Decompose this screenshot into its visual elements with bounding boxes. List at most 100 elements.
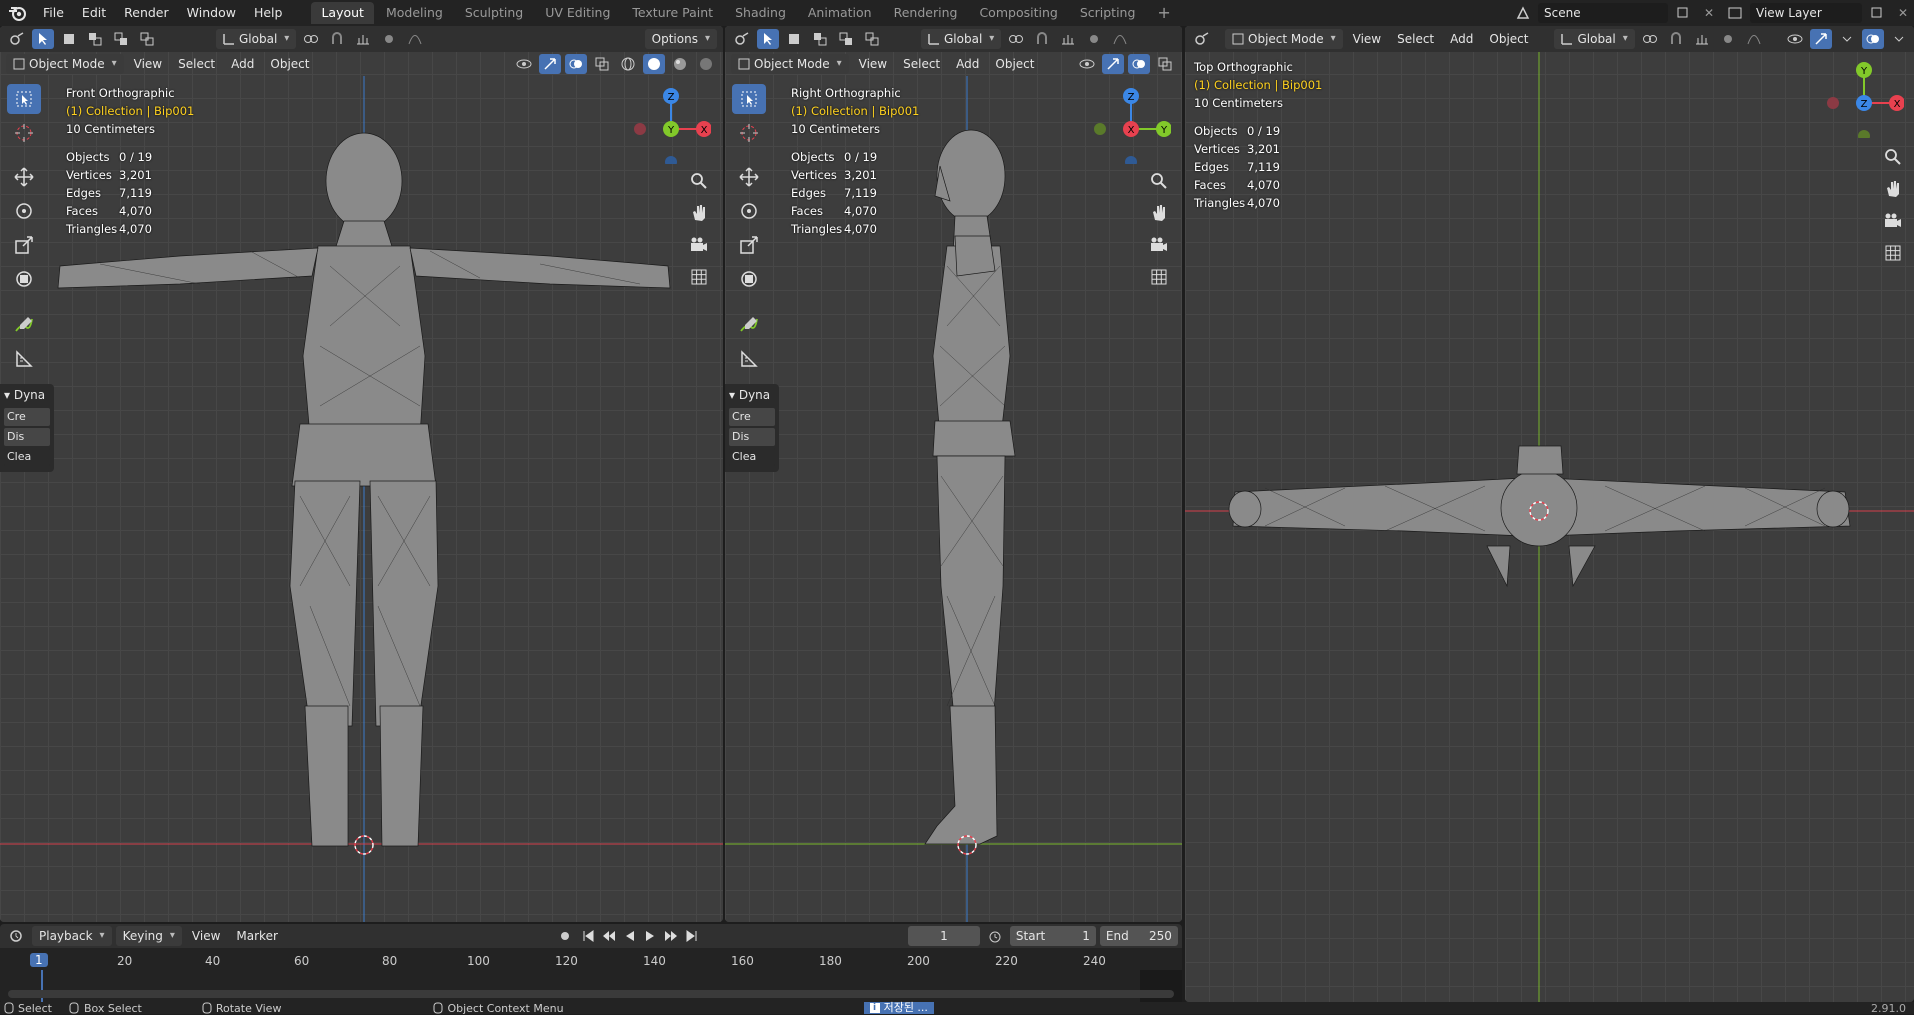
gizmo-options-icon[interactable] bbox=[1836, 29, 1858, 49]
tab-uv-editing[interactable]: UV Editing bbox=[535, 2, 620, 24]
snap-icon[interactable] bbox=[1665, 29, 1687, 49]
viewport-right[interactable]: Global Object Mode View Select Add Objec… bbox=[725, 26, 1182, 922]
preview-range-icon[interactable] bbox=[984, 926, 1006, 946]
shading-material-icon[interactable] bbox=[669, 54, 691, 74]
select-mode-intersect-icon[interactable] bbox=[136, 29, 158, 49]
proportional-edit-icon[interactable] bbox=[1083, 29, 1105, 49]
play-icon[interactable] bbox=[642, 926, 658, 946]
tab-layout[interactable]: Layout bbox=[311, 2, 374, 24]
falloff-icon[interactable] bbox=[404, 29, 426, 49]
status-notification[interactable]: i 저장된 ... bbox=[863, 1002, 934, 1014]
tab-texture-paint[interactable]: Texture Paint bbox=[622, 2, 723, 24]
menu-object[interactable]: Object bbox=[1483, 29, 1534, 49]
jump-keyframe-back-icon[interactable] bbox=[600, 926, 618, 946]
shading-rendered-icon[interactable] bbox=[695, 54, 717, 74]
menu-object[interactable]: Object bbox=[264, 54, 315, 74]
view-layer-icon[interactable] bbox=[1724, 3, 1746, 23]
transform-tool-icon[interactable] bbox=[7, 264, 41, 294]
visibility-icon[interactable] bbox=[1784, 29, 1806, 49]
menu-select[interactable]: Select bbox=[172, 54, 221, 74]
tab-scripting[interactable]: Scripting bbox=[1070, 2, 1146, 24]
new-scene-icon[interactable] bbox=[1672, 3, 1694, 23]
jump-start-icon[interactable] bbox=[580, 926, 596, 946]
tab-sculpting[interactable]: Sculpting bbox=[455, 2, 533, 24]
select-mode-extend-icon[interactable] bbox=[809, 29, 831, 49]
add-workspace-button[interactable]: + bbox=[1147, 2, 1180, 24]
start-frame-field[interactable]: Start 1 bbox=[1009, 926, 1096, 946]
perspective-grid-icon[interactable] bbox=[1146, 264, 1172, 290]
dyna-clear-dropdown[interactable]: Clea bbox=[4, 448, 50, 466]
menu-file[interactable]: File bbox=[34, 2, 73, 24]
menu-view[interactable]: View bbox=[1347, 29, 1387, 49]
select-mode-intersect-icon[interactable] bbox=[861, 29, 883, 49]
menu-help[interactable]: Help bbox=[245, 2, 292, 24]
keying-menu[interactable]: Keying bbox=[115, 926, 182, 946]
select-box-tool-icon[interactable] bbox=[7, 84, 41, 114]
rotate-tool-icon[interactable] bbox=[732, 196, 766, 226]
visibility-icon[interactable] bbox=[513, 54, 535, 74]
falloff-icon[interactable] bbox=[1109, 29, 1131, 49]
xray-icon[interactable] bbox=[1154, 54, 1176, 74]
viewport-front[interactable]: Global Options Object Mode View Select A… bbox=[0, 26, 723, 922]
snap-target-icon[interactable] bbox=[1057, 29, 1079, 49]
move-tool-icon[interactable] bbox=[732, 162, 766, 192]
navigation-gizmo[interactable]: Z X Y bbox=[1091, 84, 1172, 168]
menu-window[interactable]: Window bbox=[178, 2, 245, 24]
camera-icon[interactable] bbox=[1146, 232, 1172, 258]
dyna-panel-title[interactable]: ▾ Dyna bbox=[4, 388, 50, 402]
object-mode-dropdown[interactable]: Object Mode bbox=[731, 54, 849, 74]
zoom-icon[interactable] bbox=[1880, 144, 1906, 170]
object-mode-dropdown[interactable]: Object Mode bbox=[1225, 29, 1343, 49]
delete-view-layer-icon[interactable]: ✕ bbox=[1892, 3, 1914, 23]
timeline-editor-type-icon[interactable] bbox=[6, 926, 28, 946]
annotate-tool-icon[interactable] bbox=[7, 310, 41, 340]
scene-icon[interactable] bbox=[1512, 3, 1534, 23]
viewport-top[interactable]: Object Mode View Select Add Object Globa… bbox=[1185, 26, 1914, 1002]
current-frame-field[interactable]: 1 bbox=[907, 926, 980, 946]
navigation-gizmo[interactable]: Z Y X bbox=[631, 84, 712, 168]
scale-tool-icon[interactable] bbox=[7, 230, 41, 260]
rotate-tool-icon[interactable] bbox=[7, 196, 41, 226]
cursor-tool-icon[interactable] bbox=[7, 118, 41, 148]
proportional-edit-icon[interactable] bbox=[378, 29, 400, 49]
snap-target-icon[interactable] bbox=[352, 29, 374, 49]
snap-icon[interactable] bbox=[1031, 29, 1053, 49]
menu-select[interactable]: Select bbox=[897, 54, 946, 74]
menu-add[interactable]: Add bbox=[225, 54, 260, 74]
dyna-panel-title[interactable]: ▾ Dyna bbox=[729, 388, 775, 402]
gizmo-toggle-icon[interactable] bbox=[539, 54, 561, 74]
scale-tool-icon[interactable] bbox=[732, 230, 766, 260]
dyna-dissolve-button[interactable]: Dis bbox=[729, 428, 775, 446]
jump-end-icon[interactable] bbox=[684, 926, 700, 946]
proportional-edit-icon[interactable] bbox=[1717, 29, 1739, 49]
pivot-point-icon[interactable] bbox=[1005, 29, 1027, 49]
menu-edit[interactable]: Edit bbox=[73, 2, 115, 24]
xray-icon[interactable] bbox=[591, 54, 613, 74]
menu-add[interactable]: Add bbox=[950, 54, 985, 74]
camera-icon[interactable] bbox=[1880, 208, 1906, 234]
pivot-point-icon[interactable] bbox=[1639, 29, 1661, 49]
pan-hand-icon[interactable] bbox=[1146, 200, 1172, 226]
current-frame-indicator[interactable]: 1 bbox=[30, 953, 48, 967]
camera-icon[interactable] bbox=[686, 232, 712, 258]
select-mode-new-icon[interactable] bbox=[783, 29, 805, 49]
dyna-create-button[interactable]: Cre bbox=[4, 408, 50, 426]
editor-type-icon[interactable] bbox=[6, 29, 28, 49]
jump-keyframe-forward-icon[interactable] bbox=[662, 926, 680, 946]
tab-rendering[interactable]: Rendering bbox=[884, 2, 968, 24]
select-mode-subtract-icon[interactable] bbox=[110, 29, 132, 49]
blender-logo-icon[interactable] bbox=[6, 2, 28, 24]
menu-view[interactable]: View bbox=[853, 54, 893, 74]
gizmo-toggle-icon[interactable] bbox=[1102, 54, 1124, 74]
shading-solid-icon[interactable] bbox=[643, 54, 665, 74]
select-mode-extend-icon[interactable] bbox=[84, 29, 106, 49]
dyna-create-button[interactable]: Cre bbox=[729, 408, 775, 426]
end-frame-field[interactable]: End 250 bbox=[1099, 926, 1178, 946]
overlay-toggle-icon[interactable] bbox=[1128, 54, 1150, 74]
tab-animation[interactable]: Animation bbox=[798, 2, 882, 24]
pan-hand-icon[interactable] bbox=[1880, 176, 1906, 202]
annotate-tool-icon[interactable] bbox=[732, 310, 766, 340]
move-tool-icon[interactable] bbox=[7, 162, 41, 192]
measure-tool-icon[interactable] bbox=[7, 344, 41, 374]
object-mode-dropdown[interactable]: Object Mode bbox=[6, 54, 124, 74]
